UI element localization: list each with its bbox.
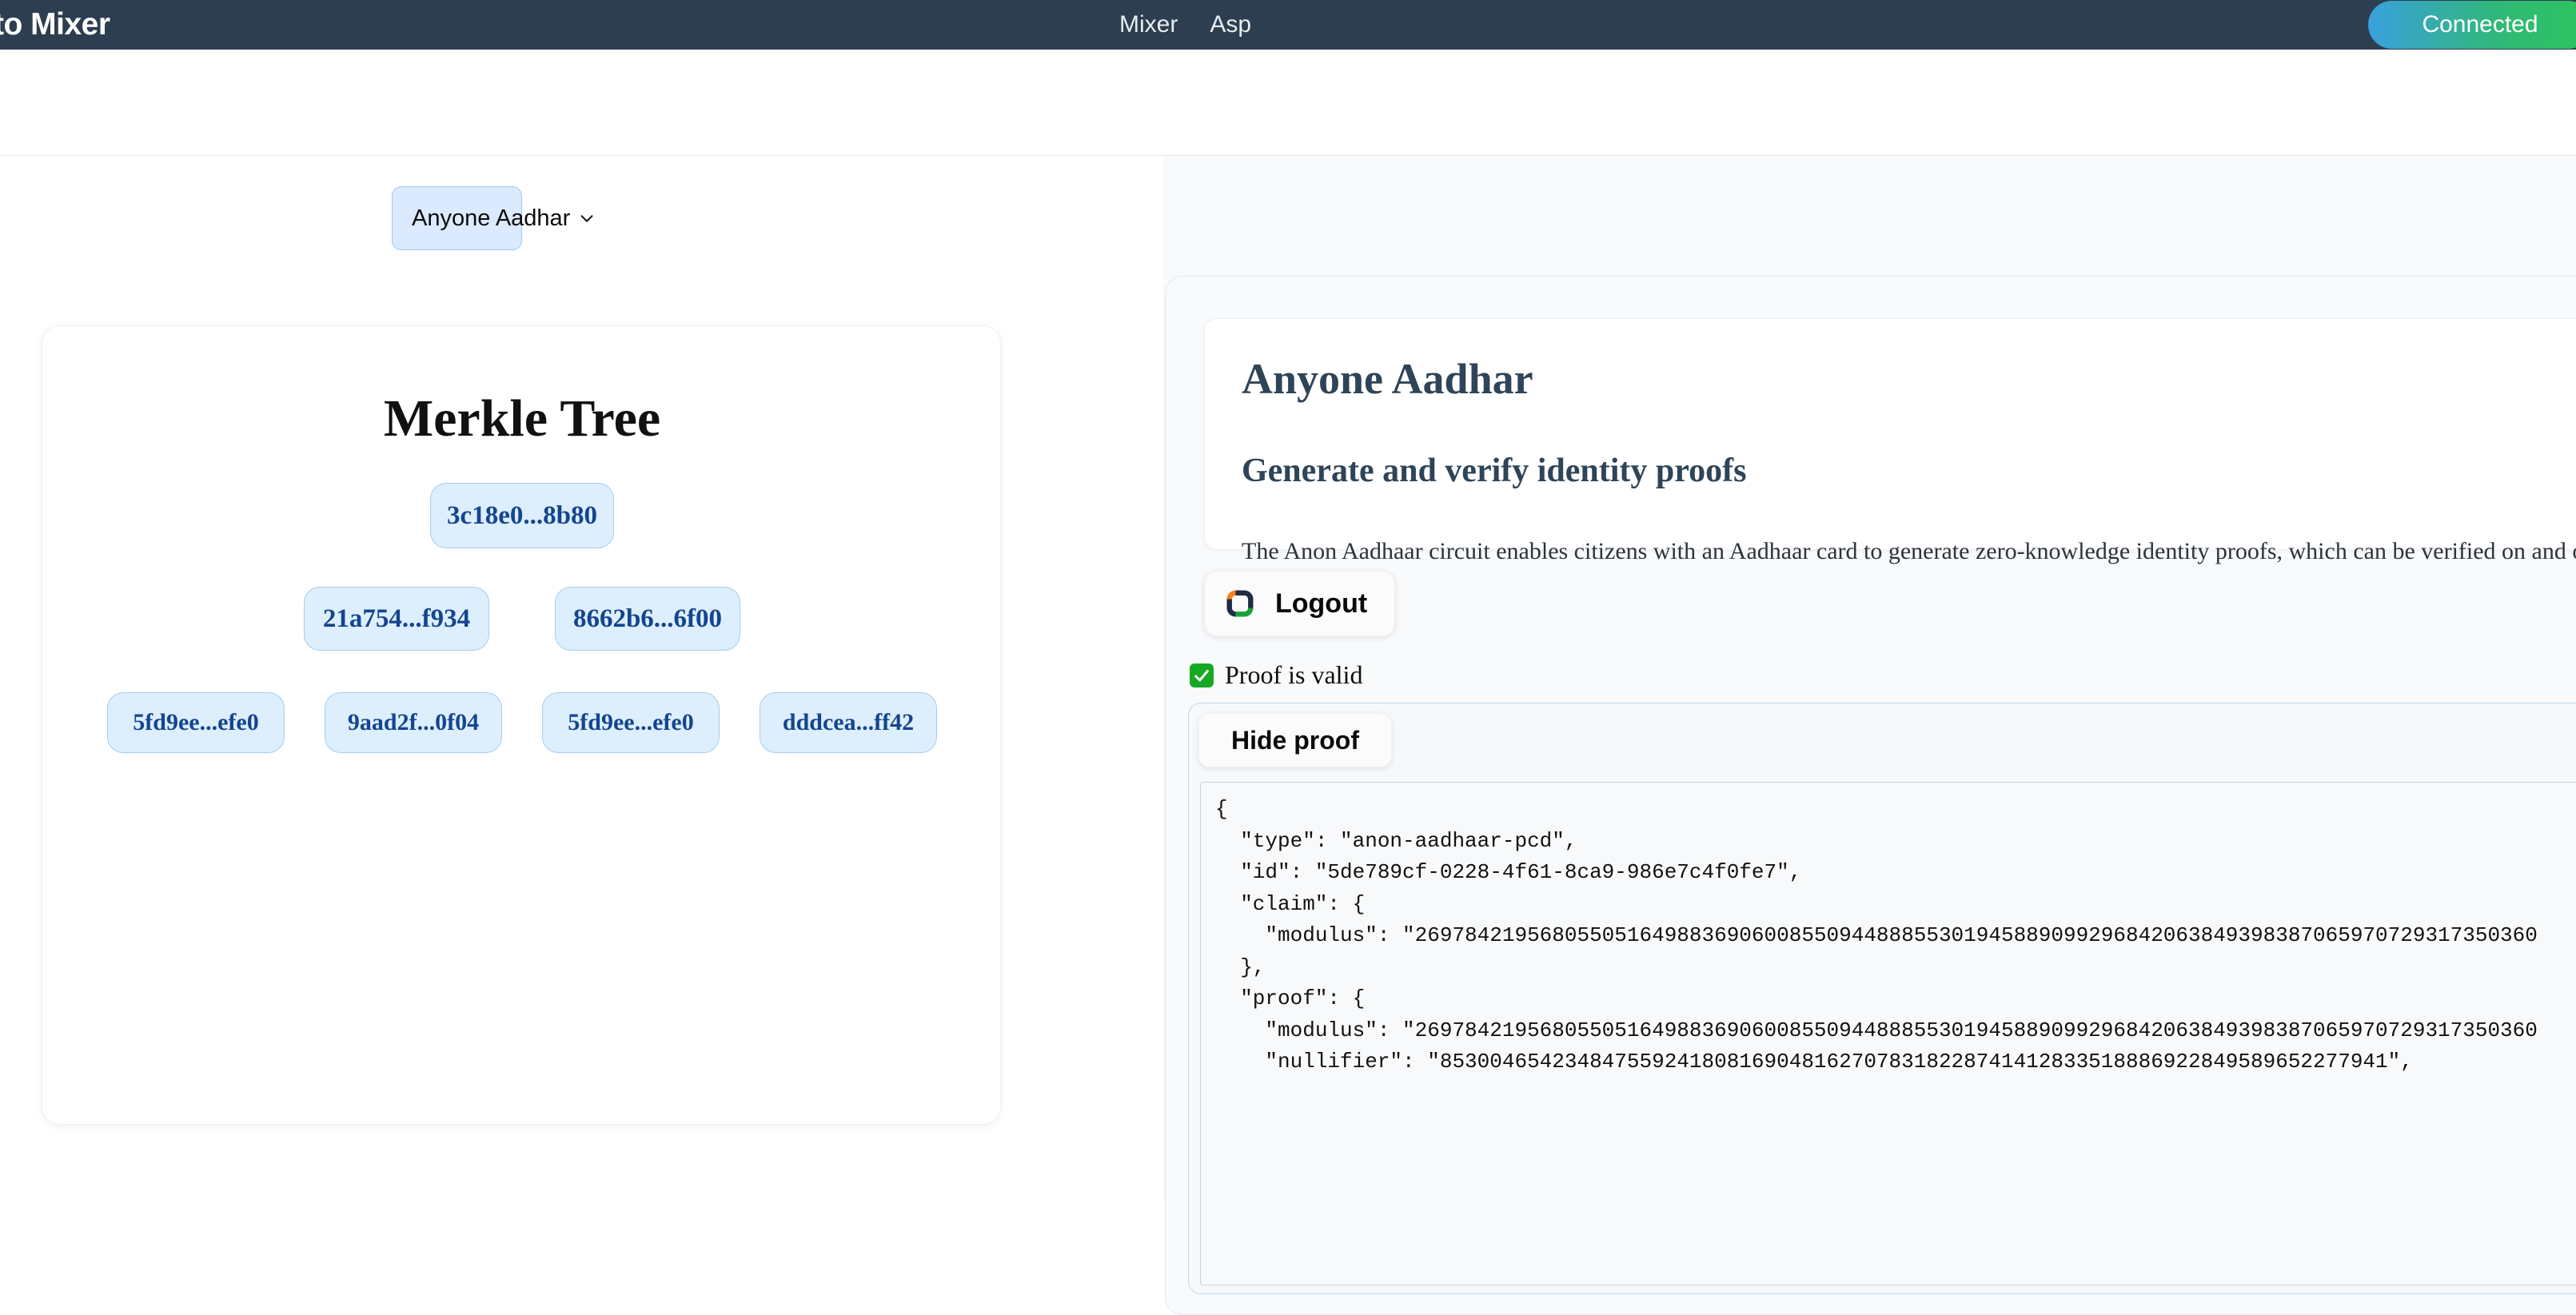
connected-button[interactable]: Connected <box>2368 1 2576 49</box>
proof-json-area[interactable]: { "type": "anon-aadhaar-pcd", "id": "5de… <box>1200 782 2576 1285</box>
anon-aadhaar-heading: Anyone Aadhar <box>1242 355 1533 403</box>
top-navbar: to Mixer Mixer Asp Connected <box>0 0 2576 50</box>
proof-type-select-value: Anyone Aadhar <box>412 205 571 231</box>
merkle-node[interactable]: 8662b6...6f00 <box>555 587 740 651</box>
nav-link-asp[interactable]: Asp <box>1210 11 1251 38</box>
anon-aadhaar-panel: Anyone Aadhar Generate and verify identi… <box>1165 276 2576 1315</box>
anon-aadhaar-subheading: Generate and verify identity proofs <box>1242 452 1747 489</box>
merkle-node-leaf[interactable]: dddcea...ff42 <box>760 692 937 753</box>
anon-aadhaar-info-card: Anyone Aadhar Generate and verify identi… <box>1204 318 2576 610</box>
content-area: Anyone Aadhar Merkle Tree 3c18e0...8b80 … <box>0 155 2576 1315</box>
merkle-node-root[interactable]: 3c18e0...8b80 <box>430 483 614 548</box>
hide-proof-button[interactable]: Hide proof <box>1198 713 1392 767</box>
merkle-node[interactable]: 21a754...f934 <box>304 587 489 651</box>
left-column: Anyone Aadhar Merkle Tree 3c18e0...8b80 … <box>0 156 1163 1203</box>
anon-aadhaar-description: The Anon Aadhaar circuit enables citizen… <box>1242 538 2576 610</box>
proof-status: Proof is valid <box>1190 660 1362 690</box>
merkle-node-leaf[interactable]: 5fd9ee...efe0 <box>107 692 285 753</box>
merkle-tree-card: Merkle Tree 3c18e0...8b80 21a754...f934 … <box>42 325 1001 1125</box>
proof-type-select[interactable]: Anyone Aadhar <box>392 186 593 250</box>
logout-button-label: Logout <box>1275 588 1368 619</box>
merkle-tree-level-1: 21a754...f934 8662b6...6f00 <box>42 587 1002 651</box>
nav-link-mixer[interactable]: Mixer <box>1119 11 1178 38</box>
merkle-tree-level-0: 3c18e0...8b80 <box>42 483 1002 548</box>
merkle-tree-level-2: 5fd9ee...efe0 9aad2f...0f04 5fd9ee...efe… <box>42 692 1002 753</box>
chevron-down-icon <box>580 215 593 222</box>
logout-button[interactable]: Logout <box>1204 571 1396 636</box>
white-check-mark-icon <box>1190 663 1214 687</box>
page-body: Anyone Aadhar Merkle Tree 3c18e0...8b80 … <box>0 50 2576 1315</box>
proof-panel: Hide proof { "type": "anon-aadhaar-pcd",… <box>1188 703 2576 1294</box>
merkle-tree-title: Merkle Tree <box>383 389 661 448</box>
proof-status-label: Proof is valid <box>1225 660 1363 689</box>
merkle-node-leaf[interactable]: 9aad2f...0f04 <box>325 692 502 753</box>
nav-links: Mixer Asp <box>1119 0 1251 50</box>
brand-title: to Mixer <box>0 7 110 42</box>
merkle-node-leaf[interactable]: 5fd9ee...efe0 <box>542 692 720 753</box>
anon-aadhaar-logo-icon <box>1226 590 1254 617</box>
proof-json-text: { "type": "anon-aadhaar-pcd", "id": "5de… <box>1215 797 2538 1074</box>
right-column: Anyone Aadhar Generate and verify identi… <box>1163 156 2576 1315</box>
proof-type-select-wrapper: Anyone Aadhar <box>392 186 593 250</box>
